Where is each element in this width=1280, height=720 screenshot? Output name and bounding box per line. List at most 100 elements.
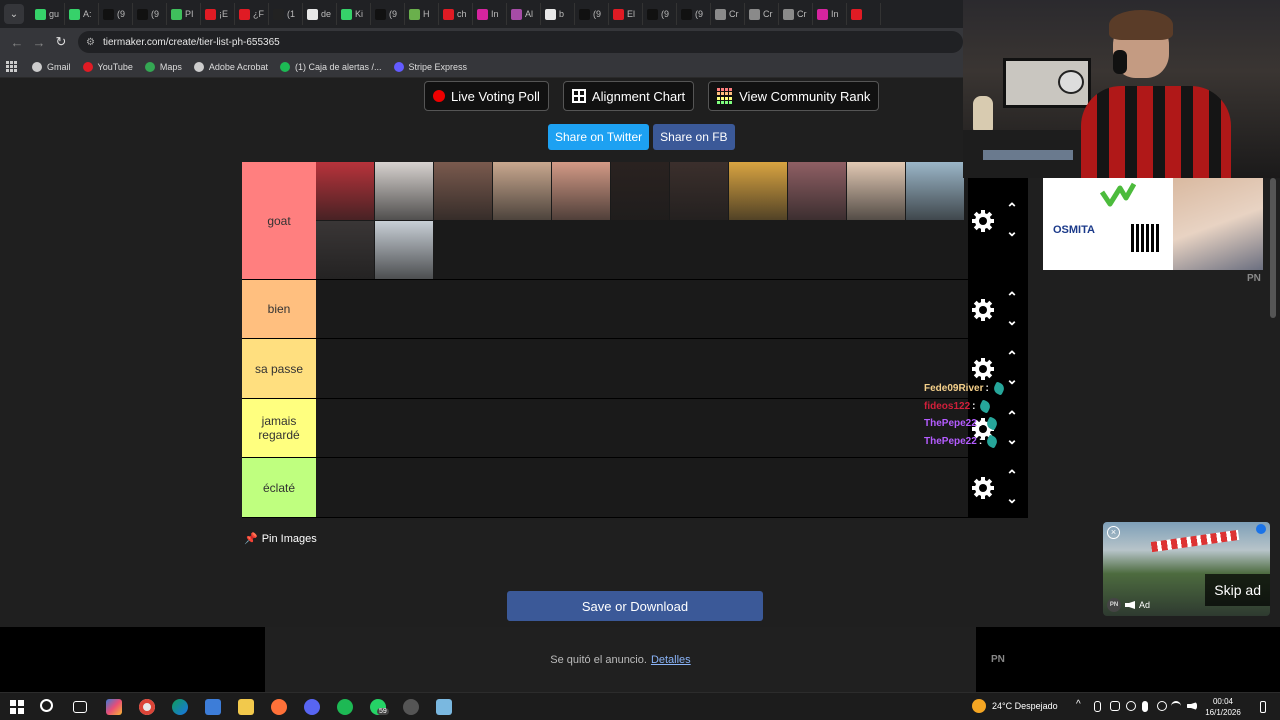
browser-tab[interactable]: Al	[507, 3, 541, 25]
tier-image[interactable]	[316, 221, 374, 279]
obs-icon[interactable]	[403, 699, 419, 715]
tier-label[interactable]: bien	[242, 280, 316, 338]
page-scrollbar[interactable]	[1270, 178, 1276, 318]
gear-icon[interactable]	[972, 358, 994, 380]
back-icon[interactable]: ←	[6, 31, 28, 53]
tier-label[interactable]: jamais regardé	[242, 399, 316, 457]
edge-icon[interactable]	[172, 699, 188, 715]
browser-tab[interactable]: H	[405, 3, 439, 25]
gear-icon[interactable]	[972, 210, 994, 232]
bookmark-item[interactable]: Maps	[144, 61, 182, 72]
start-icon[interactable]	[10, 700, 24, 714]
browser-tab[interactable]: El	[609, 3, 643, 25]
bookmark-item[interactable]: (1) Caja de alertas /...	[279, 61, 382, 72]
tier-label[interactable]: sa passe	[242, 339, 316, 398]
discord-icon[interactable]	[304, 699, 320, 715]
chat-username[interactable]: ThePepe22	[924, 415, 977, 433]
taskbar-clock[interactable]: 00:04 16/1/2026	[1205, 696, 1241, 718]
tier-image[interactable]	[729, 162, 787, 220]
bookmark-item[interactable]: Stripe Express	[393, 61, 467, 72]
tier-image[interactable]	[434, 162, 492, 220]
tier-image[interactable]	[670, 162, 728, 220]
pin-images-toggle[interactable]: 📌 Pin Images	[244, 532, 317, 546]
save-download-button[interactable]: Save or Download	[507, 591, 763, 621]
volume-icon[interactable]	[1125, 601, 1135, 609]
chevron-down-icon[interactable]: ⌄	[1005, 313, 1019, 327]
address-bar[interactable]: ⚙ tiermaker.com/create/tier-list-ph-6553…	[78, 31, 963, 53]
task-view-icon[interactable]	[73, 701, 87, 713]
browser-tab[interactable]: gu	[31, 3, 65, 25]
close-icon[interactable]: ×	[1107, 526, 1120, 539]
skip-ad-button[interactable]: Skip ad	[1205, 574, 1270, 606]
browser-tab[interactable]: Cr	[745, 3, 779, 25]
site-info-icon[interactable]: ⚙	[86, 37, 95, 48]
tier-items[interactable]	[316, 458, 968, 517]
osmita-ad[interactable]: OSMITA	[1043, 178, 1173, 270]
forward-icon[interactable]: →	[28, 31, 50, 53]
chevron-up-icon[interactable]: ⌃	[1005, 468, 1019, 482]
browser-tab[interactable]: Ki	[337, 3, 371, 25]
copilot-icon[interactable]	[106, 699, 122, 715]
ad-photo[interactable]	[1173, 178, 1263, 270]
tier-image[interactable]	[788, 162, 846, 220]
tier-image[interactable]	[611, 162, 669, 220]
wifi-icon[interactable]	[1171, 701, 1181, 711]
tier-items[interactable]	[316, 280, 968, 338]
chevron-up-icon[interactable]: ^	[1076, 699, 1081, 710]
notepad-icon[interactable]	[436, 699, 452, 715]
browser-tab[interactable]: Cr	[779, 3, 813, 25]
chevron-down-icon[interactable]: ⌄	[1005, 491, 1019, 505]
reload-icon[interactable]: ↻	[50, 31, 72, 53]
share-twitter-button[interactable]: Share on Twitter	[548, 124, 650, 150]
apps-icon[interactable]	[6, 60, 18, 73]
gear-icon[interactable]	[972, 477, 994, 499]
mic-icon[interactable]	[1126, 701, 1136, 711]
chevron-down-icon[interactable]: ⌄	[1005, 372, 1019, 386]
tier-label[interactable]: goat	[242, 162, 316, 279]
video-ad[interactable]: × Skip ad PN Ad	[1103, 522, 1270, 616]
search-icon[interactable]	[40, 699, 53, 712]
tier-image[interactable]	[552, 162, 610, 220]
chat-username[interactable]: ThePepe22	[924, 433, 977, 451]
microphone-icon[interactable]	[1142, 701, 1148, 712]
store-icon[interactable]	[205, 699, 221, 715]
bookmark-item[interactable]: Gmail	[32, 61, 71, 72]
browser-tab[interactable]: ¿F	[235, 3, 269, 25]
chevron-up-icon[interactable]: ⌃	[1005, 290, 1019, 304]
notification-icon[interactable]	[1260, 701, 1266, 713]
chevron-up-icon[interactable]: ⌃	[1005, 409, 1019, 423]
chevron-down-icon[interactable]: ⌄	[1005, 432, 1019, 446]
tab-search-button[interactable]: ⌄	[4, 4, 24, 24]
tier-image[interactable]	[375, 221, 433, 279]
browser-tab[interactable]: Cr	[711, 3, 745, 25]
ad-details-link[interactable]: Detalles	[651, 654, 691, 666]
browser-tab[interactable]: b	[541, 3, 575, 25]
chrome-icon[interactable]	[139, 699, 155, 715]
vpn-icon[interactable]	[1157, 701, 1167, 711]
live-voting-poll-button[interactable]: Live Voting Poll	[424, 81, 549, 111]
chevron-up-icon[interactable]: ⌃	[1005, 201, 1019, 215]
browser-tab[interactable]: (9	[677, 3, 711, 25]
spotify-icon[interactable]	[337, 699, 353, 715]
tier-image[interactable]	[375, 162, 433, 220]
browser-tab[interactable]: A:	[65, 3, 99, 25]
view-community-rank-button[interactable]: View Community Rank	[708, 81, 880, 111]
volume-icon[interactable]	[1187, 702, 1197, 710]
weather-icon[interactable]	[972, 699, 986, 713]
chevron-up-icon[interactable]: ⌃	[1005, 349, 1019, 363]
tier-image[interactable]	[847, 162, 905, 220]
tier-items[interactable]	[316, 339, 968, 398]
tier-items[interactable]	[316, 162, 968, 279]
share-fb-button[interactable]: Share on FB	[653, 124, 735, 150]
browser-tab[interactable]: (9	[99, 3, 133, 25]
weather-text[interactable]: 24°C Despejado	[992, 701, 1058, 711]
alignment-chart-button[interactable]: Alignment Chart	[562, 81, 695, 111]
browser-tab[interactable]	[847, 3, 881, 25]
browser-tab[interactable]: ch	[439, 3, 473, 25]
chevron-down-icon[interactable]: ⌄	[1005, 224, 1019, 238]
browser-tab[interactable]: PI	[167, 3, 201, 25]
browser-tab[interactable]: In	[813, 3, 847, 25]
tier-items[interactable]	[316, 399, 968, 457]
browser-tab[interactable]: In	[473, 3, 507, 25]
usb-icon[interactable]	[1094, 701, 1101, 712]
